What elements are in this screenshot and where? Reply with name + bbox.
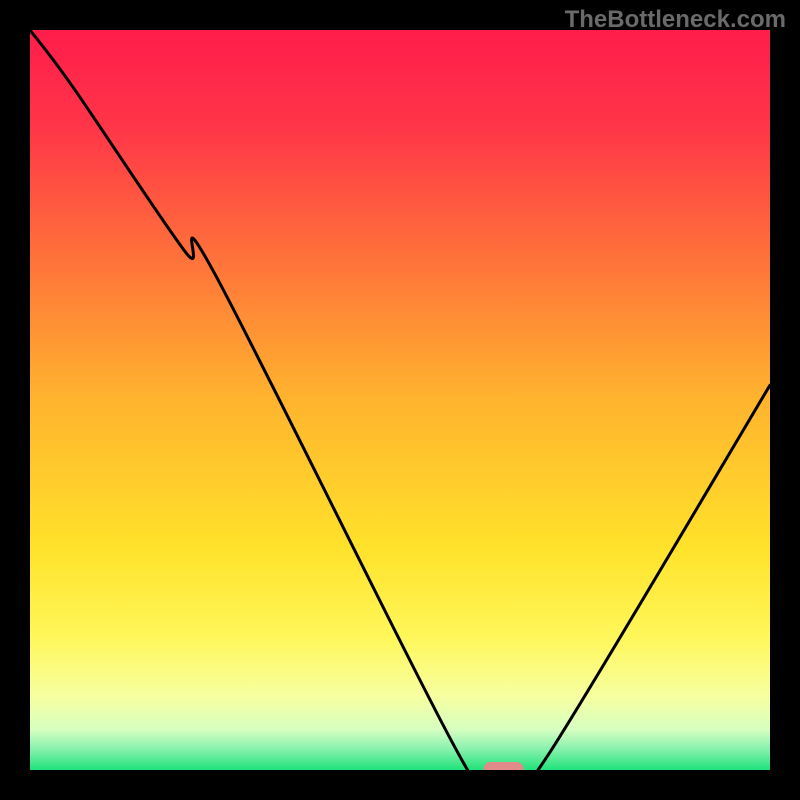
optimal-marker <box>484 762 524 770</box>
gradient-background <box>30 30 770 770</box>
bottleneck-chart <box>30 30 770 770</box>
chart-frame <box>30 30 770 770</box>
watermark-text: TheBottleneck.com <box>565 6 786 34</box>
